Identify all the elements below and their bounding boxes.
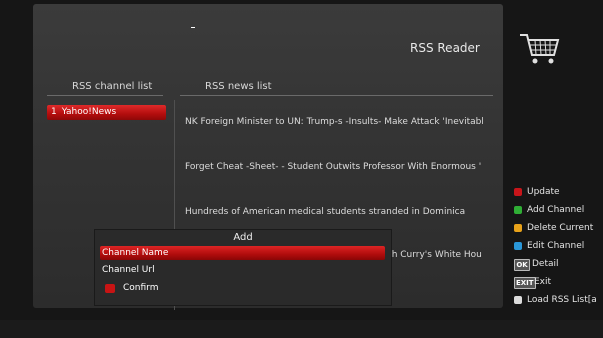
- page-title: RSS Reader: [410, 41, 480, 55]
- text-cursor: [191, 27, 195, 28]
- channel-item-label: Yahoo!News: [61, 107, 117, 117]
- blue-key-icon: [514, 242, 522, 250]
- channel-list-header: RSS channel list: [72, 81, 153, 92]
- legend-delete-current: Delete Current: [514, 221, 603, 235]
- confirm-checkbox[interactable]: [105, 284, 115, 293]
- yellow-key-icon: [514, 224, 522, 232]
- red-key-icon: [514, 188, 522, 196]
- dialog-title: Add: [233, 232, 253, 243]
- legend-add-channel: Add Channel: [514, 203, 603, 217]
- news-list-divider: [180, 95, 493, 96]
- channel-url-field[interactable]: Channel Url: [102, 265, 155, 275]
- legend-detail: OK Detail: [514, 257, 603, 271]
- news-list-header: RSS news list: [205, 81, 272, 92]
- news-item[interactable]: Forget Cheat -Sheet- - Student Outwits P…: [185, 162, 483, 172]
- ok-key-icon: OK: [514, 259, 530, 271]
- legend-update: Update: [514, 185, 603, 199]
- legend-exit: EXIT Exit: [514, 277, 552, 289]
- channel-item-yahoo-news[interactable]: 1 Yahoo!News: [47, 105, 166, 120]
- legend-edit-channel: Edit Channel: [514, 239, 603, 253]
- channel-item-number: 1: [51, 107, 57, 117]
- bottom-strip: [0, 320, 603, 338]
- news-item[interactable]: sh Curry's White Hou: [387, 250, 487, 260]
- shopping-cart-icon: [520, 34, 560, 64]
- channel-list-divider: [47, 95, 163, 96]
- confirm-label: Confirm: [123, 283, 159, 293]
- white-key-icon: [514, 296, 522, 304]
- channel-name-label: Channel Name: [102, 248, 169, 258]
- legend-load-rss-list: Load RSS List[a: [514, 293, 603, 307]
- green-key-icon: [514, 206, 522, 214]
- exit-key-icon: EXIT: [514, 277, 536, 289]
- news-item[interactable]: NK Foreign Minister to UN: Trump-s -Insu…: [185, 117, 483, 127]
- news-item[interactable]: Hundreds of American medical students st…: [185, 207, 483, 217]
